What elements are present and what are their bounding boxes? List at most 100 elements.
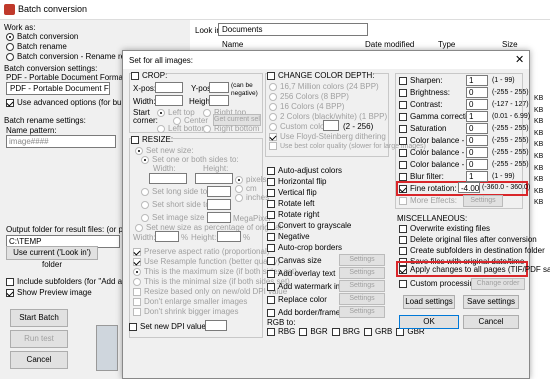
replace-color-checkbox[interactable]: Replace color (267, 295, 327, 304)
start-batch-button[interactable]: Start Batch (10, 309, 68, 327)
name-pattern-input[interactable]: image#### (6, 135, 116, 148)
dpi-input[interactable] (205, 320, 227, 331)
grayscale-checkbox[interactable]: Convert to grayscale (267, 221, 351, 230)
inches-radio[interactable]: inches (235, 193, 269, 202)
set-long-side-radio[interactable]: Set long side to: (141, 187, 209, 196)
col-date[interactable]: Date modified (365, 40, 414, 49)
fine-rotation-input[interactable]: -4.00 (458, 182, 480, 193)
long-side-input[interactable] (207, 186, 231, 197)
adjust-row[interactable]: Saturation 0 (-255 - 255) (399, 123, 529, 134)
adjust-value-input[interactable]: 0 (466, 87, 488, 98)
use-current-folder-button[interactable]: Use current ('Look in') folder (6, 246, 98, 269)
adjust-row[interactable]: Blur filter: 1 (1 - 99) (399, 171, 515, 182)
adjust-value-input[interactable]: 0 (466, 99, 488, 110)
rgb-bgr-checkbox[interactable]: BGR (299, 327, 328, 336)
vflip-checkbox[interactable]: Vertical flip (267, 188, 317, 197)
adjust-row[interactable]: Brightness: 0 (-255 - 255) (399, 87, 529, 98)
delete-originals-checkbox[interactable]: Delete original files after conversion (399, 235, 537, 244)
adjust-row[interactable]: Color balance - R: 0 (-255 - 255) (399, 135, 529, 146)
dont-enlarge-checkbox[interactable]: Don't enlarge smaller images (133, 297, 247, 306)
border-frame-checkbox[interactable]: Add border/frame (267, 308, 340, 317)
adjust-value-input[interactable]: 0 (466, 147, 488, 158)
load-settings-button[interactable]: Load settings (403, 295, 455, 309)
mode-batch-rename[interactable]: Batch rename (6, 42, 67, 51)
short-side-input[interactable] (207, 199, 231, 210)
adjust-row[interactable]: Gamma correction: 1 (0.01 - 6.99) (399, 111, 530, 122)
look-in-select[interactable]: Documents (218, 23, 368, 36)
set-dpi-checkbox[interactable]: Set new DPI value: (129, 322, 208, 331)
corner-left-bottom[interactable]: Left bottom (157, 124, 208, 133)
col-name[interactable]: Name (222, 40, 243, 49)
set-new-size-radio[interactable]: Set new size: (135, 146, 194, 155)
rotate-left-checkbox[interactable]: Rotate left (267, 199, 314, 208)
pixels-radio[interactable]: pixels (235, 175, 266, 184)
mode-batch-conversion[interactable]: Batch conversion (6, 32, 78, 41)
depth-24bpp-radio[interactable]: 16,7 Million colors (24 BPP) (269, 82, 379, 91)
autocrop-checkbox[interactable]: Auto-crop borders (267, 243, 342, 252)
adjust-value-input[interactable]: 0 (466, 123, 488, 134)
set-image-size-radio[interactable]: Set image size to: (141, 213, 216, 222)
overlay-text-checkbox[interactable]: Add overlay text (267, 269, 335, 278)
replace-color-settings-button[interactable]: Settings (339, 293, 385, 305)
output-format-select[interactable]: PDF - Portable Document Format (6, 82, 110, 95)
hflip-checkbox[interactable]: Horizontal flip (267, 177, 326, 186)
floyd-checkbox[interactable]: Use Floyd-Steinberg dithering (269, 132, 386, 141)
resize-dpi-checkbox[interactable]: Resize based only on new/old DPI value (133, 287, 287, 296)
rgb-brg-checkbox[interactable]: BRG (331, 327, 360, 336)
resize-checkbox[interactable]: RESIZE: (131, 135, 174, 144)
negative-checkbox[interactable]: Negative (267, 232, 310, 241)
adjust-row[interactable]: Color balance - G: 0 (-255 - 255) (399, 147, 529, 158)
ok-button[interactable]: OK (399, 315, 459, 329)
border-settings-button[interactable]: Settings (339, 306, 385, 318)
canvas-settings-button[interactable]: Settings (339, 254, 385, 266)
close-icon[interactable]: ✕ (515, 53, 524, 66)
change-order-button[interactable]: Change order (471, 278, 525, 290)
more-effects-settings-button[interactable]: Settings (463, 195, 503, 207)
set-short-side-radio[interactable]: Set short side to: (141, 200, 212, 209)
depth-8bpp-radio[interactable]: 256 Colors (8 BPP) (269, 92, 349, 101)
dialog-cancel-button[interactable]: Cancel (463, 315, 519, 329)
rgb-grb-checkbox[interactable]: GRB (364, 327, 392, 336)
adjust-row[interactable]: Contrast: 0 (-127 - 127) (399, 99, 529, 110)
apply-all-pages-checkbox[interactable]: Apply changes to all pages (TIF/PDF savi… (399, 265, 550, 274)
auto-adjust-checkbox[interactable]: Auto-adjust colors (267, 166, 342, 175)
fine-rotation-checkbox[interactable]: Fine rotation: (399, 184, 457, 193)
cancel-button[interactable]: Cancel (10, 351, 68, 369)
adjust-value-input[interactable]: 0 (466, 159, 488, 170)
adjust-row[interactable]: Color balance - B: 0 (-255 - 255) (399, 159, 529, 170)
col-size[interactable]: Size (502, 40, 518, 49)
save-settings-button[interactable]: Save settings (463, 295, 519, 309)
resize-height-input[interactable] (195, 173, 233, 184)
rotate-right-checkbox[interactable]: Rotate right (267, 210, 319, 219)
color-depth-checkbox[interactable]: CHANGE COLOR DEPTH: (267, 71, 375, 80)
set-one-or-both-radio[interactable]: Set one or both sides to: (141, 155, 239, 164)
crop-height-input[interactable] (209, 95, 229, 106)
dont-shrink-checkbox[interactable]: Don't shrink bigger images (133, 307, 238, 316)
depth-4bpp-radio[interactable]: 16 Colors (4 BPP) (269, 102, 344, 111)
overlay-settings-button[interactable]: Settings (339, 267, 385, 279)
create-subfolders-checkbox[interactable]: Create subfolders in destination folder (399, 246, 545, 255)
custom-colors-input[interactable] (323, 120, 339, 131)
show-preview-checkbox[interactable]: Show Preview image (6, 288, 92, 297)
adjust-value-input[interactable]: 1 (466, 75, 488, 86)
crop-width-input[interactable] (155, 95, 183, 106)
adjust-value-input[interactable]: 0 (466, 135, 488, 146)
adjust-value-input[interactable]: 1 (466, 171, 488, 182)
col-type[interactable]: Type (438, 40, 455, 49)
rgb-rbg-checkbox[interactable]: RBG (267, 327, 295, 336)
pct-height-input[interactable] (217, 231, 241, 242)
run-test-rename-button[interactable]: Run test rename (10, 330, 68, 359)
adjust-value-input[interactable]: 1 (466, 111, 488, 122)
pct-width-input[interactable] (155, 231, 179, 242)
ypos-input[interactable] (209, 82, 229, 93)
crop-checkbox[interactable]: CROP: (131, 71, 168, 80)
resample-checkbox[interactable]: Use Resample function (better quality) (133, 257, 280, 266)
resize-width-input[interactable] (149, 173, 187, 184)
corner-right-bottom[interactable]: Right bottom (203, 124, 259, 133)
xpos-input[interactable] (155, 82, 183, 93)
cm-radio[interactable]: cm (235, 184, 257, 193)
more-effects-checkbox[interactable]: More Effects: (399, 196, 457, 205)
watermark-settings-button[interactable]: Settings (339, 280, 385, 292)
canvas-size-checkbox[interactable]: Canvas size (267, 256, 322, 265)
image-size-input[interactable] (207, 212, 231, 223)
